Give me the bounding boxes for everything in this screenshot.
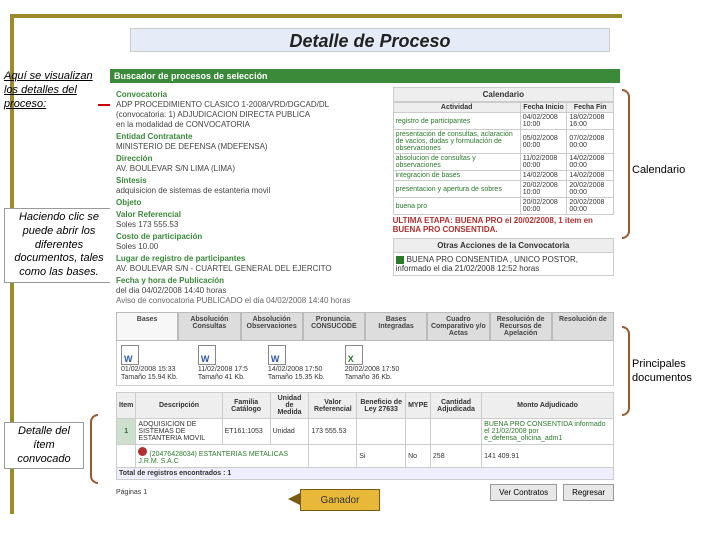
fecha-value: del dia 04/02/2008 14:40 horas — [116, 286, 387, 295]
annotation-click-docs: Haciendo clic se puede abrir los diferen… — [4, 208, 114, 283]
lugar-label: Lugar de registro de participantes — [116, 254, 387, 263]
annotation-principales-docs: Principales documentos — [632, 358, 710, 386]
calendario-title: Calendario — [393, 87, 614, 102]
table-row: 1 ADQUISICION DE SISTEMAS DE ESTANTERIA … — [117, 419, 614, 445]
tab-absolucion-observ[interactable]: Absolución Observaciones — [241, 312, 303, 341]
arrow-icon — [98, 104, 110, 106]
fecha-label: Fecha y hora de Publicación — [116, 276, 387, 285]
word-icon — [198, 345, 216, 365]
winner-icon — [138, 447, 147, 456]
cal-th-inicio: Fecha Inicio — [520, 103, 567, 113]
ganador-callout: Ganador — [300, 489, 380, 511]
square-icon — [396, 256, 404, 264]
otras-row: BUENA PRO CONSENTIDA , UNICO POSTOR, inf… — [393, 253, 614, 276]
tab-resolucion-apelacion[interactable]: Resolución de Recursos de Apelación — [490, 312, 552, 341]
costo-label: Costo de participación — [116, 232, 387, 241]
sintesis-value: adquisicion de sistemas de estanteria mo… — [116, 186, 387, 195]
calendario-alert: ULTIMA ETAPA: BUENA PRO el 20/02/2008, 1… — [393, 216, 614, 234]
app-header: Buscador de procesos de selección — [110, 69, 620, 83]
annotation-intro: Aquí se visualizan los detalles del proc… — [4, 70, 104, 111]
valorref-value: Soles 173 555.53 — [116, 220, 387, 229]
convocatoria-label: Convocatoria — [116, 90, 387, 99]
word-icon — [121, 345, 139, 365]
costo-value: Soles 10.00 — [116, 242, 387, 251]
doc-1[interactable]: 01/02/2008 15:33Tamaño 15.94 Kb. — [121, 345, 178, 381]
tab-cuadro-comparativo[interactable]: Cuadro Comparativo y/o Actas — [427, 312, 489, 341]
doc-3[interactable]: 14/02/2008 17:50Tamaño 15.35 Kb. — [268, 345, 325, 381]
direccion-value: AV. BOULEVAR S/N LIMA (LIMA) — [116, 164, 387, 173]
paginas-label: Páginas 1 — [116, 489, 147, 496]
entidad-label: Entidad Contratante — [116, 132, 387, 141]
valorref-label: Valor Referencial — [116, 210, 387, 219]
cal-th-fin: Fecha Fin — [567, 103, 614, 113]
annotation-calendario: Calendario — [632, 164, 685, 178]
tab-resolucion[interactable]: Resolución de — [552, 312, 614, 341]
items-table: Item Descripción Familia Catálogo Unidad… — [116, 392, 614, 480]
otras-title: Otras Acciones de la Convocatoria — [393, 238, 614, 253]
lugar-value: AV. BOULEVAR S/N - CUARTEL GENERAL DEL E… — [116, 264, 387, 273]
annotation-detalle-item: Detalle del ítem convocado — [4, 422, 84, 469]
conv-line1: ADP PROCEDIMIENTO CLASICO 1-2008/VRD/DGC… — [116, 100, 387, 109]
tab-pronuncia[interactable]: Pronuncia. CONSUCODE — [303, 312, 365, 341]
objeto-label: Objeto — [116, 198, 387, 207]
app-panel: Buscador de procesos de selección Convoc… — [110, 69, 620, 529]
slide-title: Detalle de Proceso — [130, 28, 610, 52]
regresar-button[interactable]: Regresar — [563, 484, 614, 501]
table-total-row: Total de registros encontrados : 1 — [117, 468, 614, 480]
docs-row: 01/02/2008 15:33Tamaño 15.94 Kb. 11/02/2… — [116, 341, 614, 386]
excel-icon — [345, 345, 363, 365]
conv-line3: en la modalidad de CONVOCATORIA — [116, 120, 387, 129]
ganador-pointer-icon — [288, 493, 300, 505]
aviso-value: Aviso de convocatoria PUBLICADO el dia 0… — [116, 296, 387, 305]
doc-tabs: Bases Absolución Consultas Absolución Ob… — [116, 312, 614, 341]
direccion-label: Dirección — [116, 154, 387, 163]
tab-bases-integradas[interactable]: Bases Integradas — [365, 312, 427, 341]
calendario-table: Actividad Fecha Inicio Fecha Fin registr… — [393, 102, 614, 215]
conv-line2: (convocatoria: 1) ADJUDICACION DIRECTA P… — [116, 110, 387, 119]
tab-bases[interactable]: Bases — [116, 312, 178, 341]
sintesis-label: Síntesis — [116, 176, 387, 185]
brace-docs — [622, 326, 630, 416]
entidad-value: MINISTERIO DE DEFENSA (MDEFENSA) — [116, 142, 387, 151]
brace-calendario — [622, 89, 630, 239]
doc-4[interactable]: 20/02/2008 17:50Tamaño 36 Kb. — [345, 345, 400, 381]
doc-2[interactable]: 11/02/2008 17:5Tamaño 41 Kb. — [198, 345, 248, 381]
word-icon — [268, 345, 286, 365]
cal-th-actividad: Actividad — [393, 103, 520, 113]
tab-absolucion-consultas[interactable]: Absolución Consultas — [178, 312, 240, 341]
table-row-ganador: (20476428034) ESTANTERIAS METALICAS J.R.… — [117, 445, 614, 468]
brace-item — [90, 414, 98, 484]
ver-contratos-button[interactable]: Ver Contratos — [490, 484, 557, 501]
